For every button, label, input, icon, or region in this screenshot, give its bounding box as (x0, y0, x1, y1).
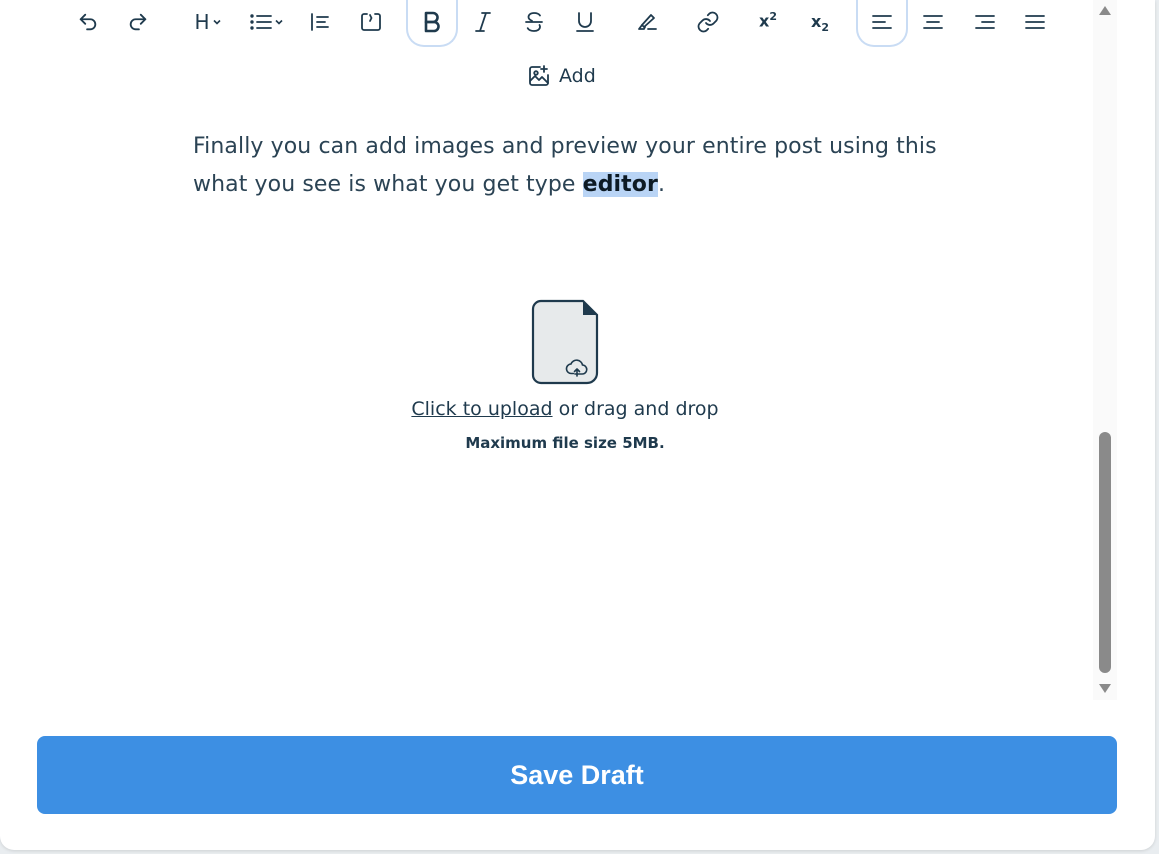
link-button[interactable] (694, 0, 722, 44)
selected-text: editor (582, 172, 658, 197)
redo-button[interactable] (124, 0, 152, 44)
editor-toolbar: H x2 x2 (60, 0, 1060, 47)
file-upload-icon[interactable] (531, 299, 599, 385)
chevron-down-icon (212, 19, 221, 25)
italic-button[interactable] (470, 0, 496, 44)
editor-panel: H x2 x2 Add Finally you can add images a… (0, 0, 1155, 850)
bold-button[interactable] (406, 0, 458, 47)
highlighter-icon (638, 14, 657, 30)
heading-icon: H (194, 10, 210, 34)
drag-drop-text: or drag and drop (552, 398, 719, 420)
click-to-upload-link[interactable]: Click to upload (411, 398, 552, 420)
superscript-icon: x2 (759, 10, 777, 30)
superscript-x: x (759, 11, 770, 31)
add-image-button[interactable]: Add (527, 62, 596, 90)
blockquote-icon (311, 13, 329, 31)
strikethrough-button[interactable] (521, 0, 547, 44)
align-right-icon (975, 15, 995, 29)
editor-paragraph-text: Finally you can add images and preview y… (193, 134, 937, 197)
bold-icon (424, 11, 440, 33)
image-plus-icon (529, 65, 549, 86)
undo-icon (79, 13, 97, 31)
scroll-down-arrow-icon[interactable] (1098, 683, 1112, 695)
subscript-x: x (811, 12, 822, 31)
upload-instructions: Click to upload or drag and drop (0, 398, 1130, 420)
max-file-size-note: Maximum file size 5MB. (465, 434, 665, 452)
vertical-scrollbar[interactable] (1093, 0, 1117, 700)
subscript-index: 2 (821, 21, 829, 35)
superscript-index: 2 (769, 10, 777, 23)
add-image-label: Add (559, 65, 596, 87)
align-justify-button[interactable] (1022, 0, 1048, 44)
underline-icon (576, 12, 594, 32)
chevron-down-icon (275, 19, 283, 25)
redo-icon (129, 13, 147, 31)
list-dropdown[interactable] (248, 0, 286, 44)
code-block-button[interactable] (358, 0, 384, 44)
align-left-button[interactable] (856, 0, 908, 47)
bullet-list-icon (250, 14, 272, 30)
align-justify-icon (1025, 15, 1045, 29)
scrollbar-thumb[interactable] (1099, 432, 1111, 673)
align-center-icon (923, 15, 943, 29)
superscript-button[interactable]: x2 (754, 0, 782, 44)
heading-dropdown[interactable]: H (188, 0, 228, 44)
link-icon (697, 11, 719, 33)
align-left-icon (872, 15, 892, 29)
scroll-up-arrow-icon[interactable] (1098, 4, 1112, 16)
blockquote-button[interactable] (308, 0, 332, 44)
highlight-button[interactable] (634, 0, 660, 44)
subscript-icon: x2 (811, 12, 829, 34)
code-block-icon (361, 13, 381, 31)
save-draft-button[interactable]: Save Draft (37, 736, 1117, 814)
align-right-button[interactable] (972, 0, 998, 44)
editor-paragraph-end: . (657, 172, 666, 197)
align-center-button[interactable] (920, 0, 946, 44)
undo-button[interactable] (74, 0, 102, 44)
strikethrough-icon (525, 12, 543, 32)
editor-content[interactable]: Finally you can add images and preview y… (193, 128, 953, 204)
subscript-button[interactable]: x2 (806, 0, 834, 44)
underline-button[interactable] (572, 0, 598, 44)
italic-icon (475, 12, 491, 32)
